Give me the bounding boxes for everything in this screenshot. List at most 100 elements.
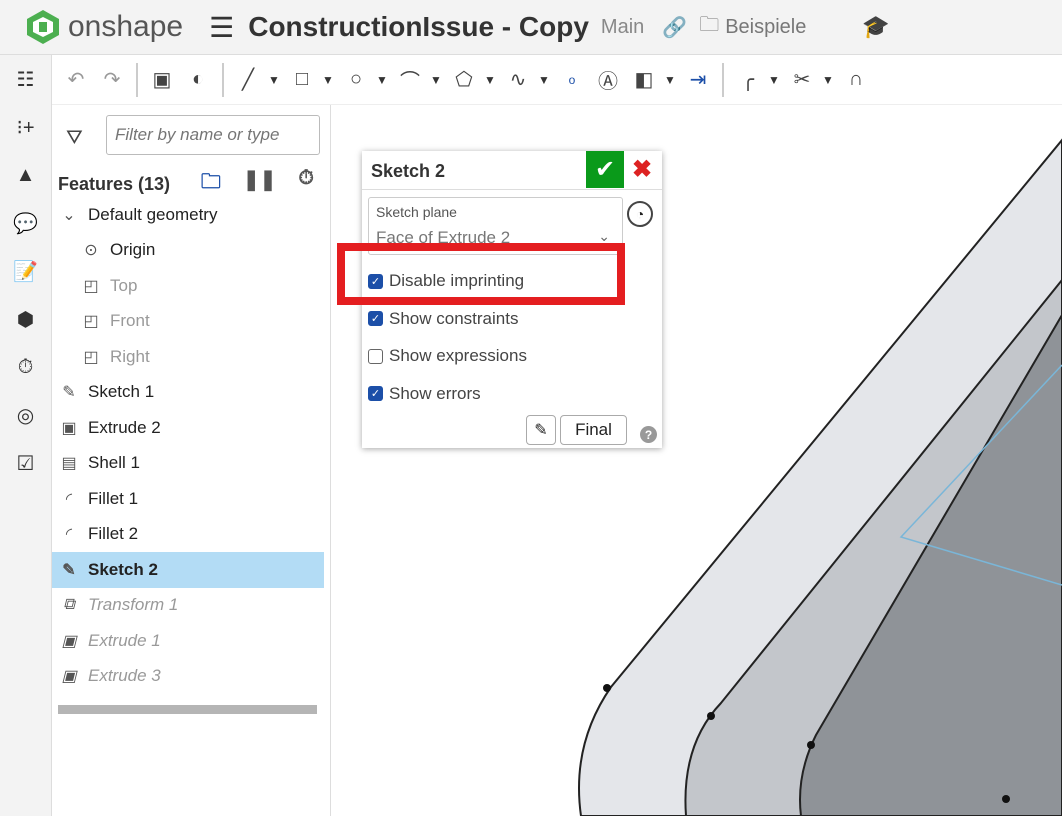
checklist-icon[interactable]: ☑: [0, 439, 51, 487]
extrude-tool-icon[interactable]: ▣: [146, 64, 178, 96]
chevron-down-icon[interactable]: ▼: [484, 73, 498, 87]
transform-icon: ⧉: [63, 596, 75, 614]
filter-icon[interactable]: ⛛: [66, 127, 83, 150]
dialog-title: Sketch 2: [371, 161, 446, 181]
sketch-icon: ✎: [62, 561, 76, 579]
notes-icon[interactable]: 📝: [0, 247, 51, 295]
use-tool-icon[interactable]: ◧: [628, 64, 660, 96]
feature-label: Fillet 1: [88, 488, 139, 508]
help-icon[interactable]: ?: [640, 426, 657, 443]
feature-label: Origin: [110, 240, 156, 260]
onshape-logo[interactable]: onshape: [26, 9, 183, 45]
chevron-down-icon[interactable]: ▼: [430, 73, 444, 87]
feature-item[interactable]: ◜ Fillet 2: [52, 517, 324, 553]
chevron-down-icon[interactable]: ▼: [376, 73, 390, 87]
spline-tool-icon[interactable]: ∿: [502, 64, 534, 96]
branch-label[interactable]: Main: [601, 16, 644, 39]
feature-item[interactable]: ◰ Right: [52, 339, 324, 375]
pause-icon[interactable]: ❚❚: [243, 167, 277, 201]
accept-button[interactable]: ✔: [586, 151, 624, 188]
insert-mate-icon[interactable]: ⁝+: [0, 103, 51, 151]
fillet-tool-icon[interactable]: ╭: [732, 64, 764, 96]
feature-item[interactable]: ▣ Extrude 2: [52, 410, 324, 446]
feature-item[interactable]: ◜ Fillet 1: [52, 481, 324, 517]
checkbox[interactable]: ✓: [368, 311, 383, 326]
circle-tool-icon[interactable]: ○: [340, 64, 372, 96]
origin-icon: ⊙: [84, 242, 98, 260]
revolve-tool-icon[interactable]: ◐: [182, 64, 214, 96]
annotation-highlight-box: [337, 243, 625, 305]
comments-icon[interactable]: 💬: [0, 199, 51, 247]
timer-icon[interactable]: ⏱: [0, 343, 51, 391]
final-button[interactable]: Final: [560, 415, 627, 445]
feature-item[interactable]: ◰ Top: [52, 268, 324, 304]
separator: [722, 62, 724, 97]
chevron-down-icon[interactable]: ▼: [268, 73, 282, 87]
add-folder-icon[interactable]: 🗀: [201, 167, 221, 201]
feature-item[interactable]: ✎ Sketch 1: [52, 375, 324, 411]
feature-item[interactable]: ✎ Sketch 2: [52, 552, 324, 588]
chevron-down-icon[interactable]: ▼: [538, 73, 552, 87]
chevron-down-icon[interactable]: ▼: [768, 73, 782, 87]
option-checkbox[interactable]: ✓ Show errors: [368, 384, 481, 404]
line-tool-icon[interactable]: ╱: [232, 64, 264, 96]
filter-input[interactable]: [106, 115, 320, 155]
toolbar: ↶ ↷ ▣ ◐ ╱ ▼ □ ▼ ○ ▼ ⌒ ▼ ⬠ ▼ ∿ ▼ o Ⓐ ◧ ▼ ⇥ ╭ ▼ ✂ ▼…: [52, 55, 1062, 105]
parts-icon[interactable]: ⬢: [0, 295, 51, 343]
feature-item[interactable]: ⌄ Default geometry: [52, 197, 324, 233]
rectangle-tool-icon[interactable]: □: [286, 64, 318, 96]
menu-icon[interactable]: ☰: [209, 11, 234, 44]
document-title[interactable]: ConstructionIssue - Copy: [248, 11, 589, 43]
chevron-down-icon[interactable]: ▼: [822, 73, 836, 87]
feature-label: Shell 1: [88, 453, 140, 473]
folder-icon: 🗀: [699, 14, 720, 36]
sketch-icon: ✎: [62, 384, 76, 402]
chevron-down-icon[interactable]: ▼: [664, 73, 678, 87]
offset-tool-icon[interactable]: ∩: [840, 64, 872, 96]
close-icon: ✖: [632, 156, 653, 183]
horizontal-scrollbar[interactable]: [58, 705, 317, 714]
feature-list-icon[interactable]: ☷: [0, 55, 51, 103]
folder-link[interactable]: 🗀 Beispiele: [699, 10, 806, 44]
trim-tool-icon[interactable]: ✂: [786, 64, 818, 96]
search-parts-icon[interactable]: ◎: [0, 391, 51, 439]
cancel-button[interactable]: ✖: [632, 155, 652, 184]
arc-tool-icon[interactable]: ⌒: [394, 64, 426, 96]
sketch-edit-icon[interactable]: ✎: [526, 415, 556, 445]
checkbox[interactable]: [368, 348, 383, 364]
learning-center-icon[interactable]: 🎓: [862, 14, 889, 40]
sketch-plane-label: Sketch plane: [376, 204, 457, 220]
fillet-icon: ◜: [65, 526, 73, 544]
chevron-down-icon[interactable]: ▼: [322, 73, 336, 87]
appearance-icon[interactable]: ▲: [0, 151, 51, 199]
mirror-tool-icon[interactable]: ⇥: [682, 64, 714, 96]
option-checkbox[interactable]: Show expressions: [368, 346, 527, 366]
shell-icon: ▤: [61, 455, 77, 473]
redo-icon[interactable]: ↷: [96, 64, 128, 96]
feature-item[interactable]: ▣ Extrude 1: [52, 623, 324, 659]
timer-icon[interactable]: ⏱: [298, 167, 314, 201]
feature-item[interactable]: ⧉ Transform 1: [52, 588, 324, 624]
checkbox[interactable]: ✓: [368, 386, 383, 401]
point-tool-icon[interactable]: o: [556, 64, 588, 96]
feature-label: Default geometry: [88, 204, 218, 224]
view-normal-icon[interactable]: ◔: [627, 201, 653, 227]
feature-item[interactable]: ◰ Front: [52, 304, 324, 340]
text-tool-icon[interactable]: Ⓐ: [592, 64, 624, 96]
feature-tree: ⌄ Default geometry ⊙ Origin ◰ Top ◰ Front ◰ Right…: [52, 197, 324, 694]
link-icon[interactable]: 🔗: [662, 15, 687, 40]
option-label: Show expressions: [389, 346, 527, 365]
polygon-tool-icon[interactable]: ⬠: [448, 64, 480, 96]
plane-icon: ◰: [83, 277, 99, 295]
feature-item[interactable]: ⊙ Origin: [52, 233, 324, 269]
plane-icon: ◰: [83, 348, 99, 366]
feature-item[interactable]: ▤ Shell 1: [52, 446, 324, 482]
option-checkbox[interactable]: ✓ Show constraints: [368, 309, 518, 329]
extrude-icon: ▣: [61, 668, 77, 686]
undo-icon[interactable]: ↶: [60, 64, 92, 96]
extrude-icon: ▣: [61, 419, 77, 437]
separator: [136, 62, 138, 97]
feature-label: Extrude 3: [88, 666, 161, 686]
feature-item[interactable]: ▣ Extrude 3: [52, 659, 324, 695]
feature-label: Fillet 2: [88, 524, 139, 544]
